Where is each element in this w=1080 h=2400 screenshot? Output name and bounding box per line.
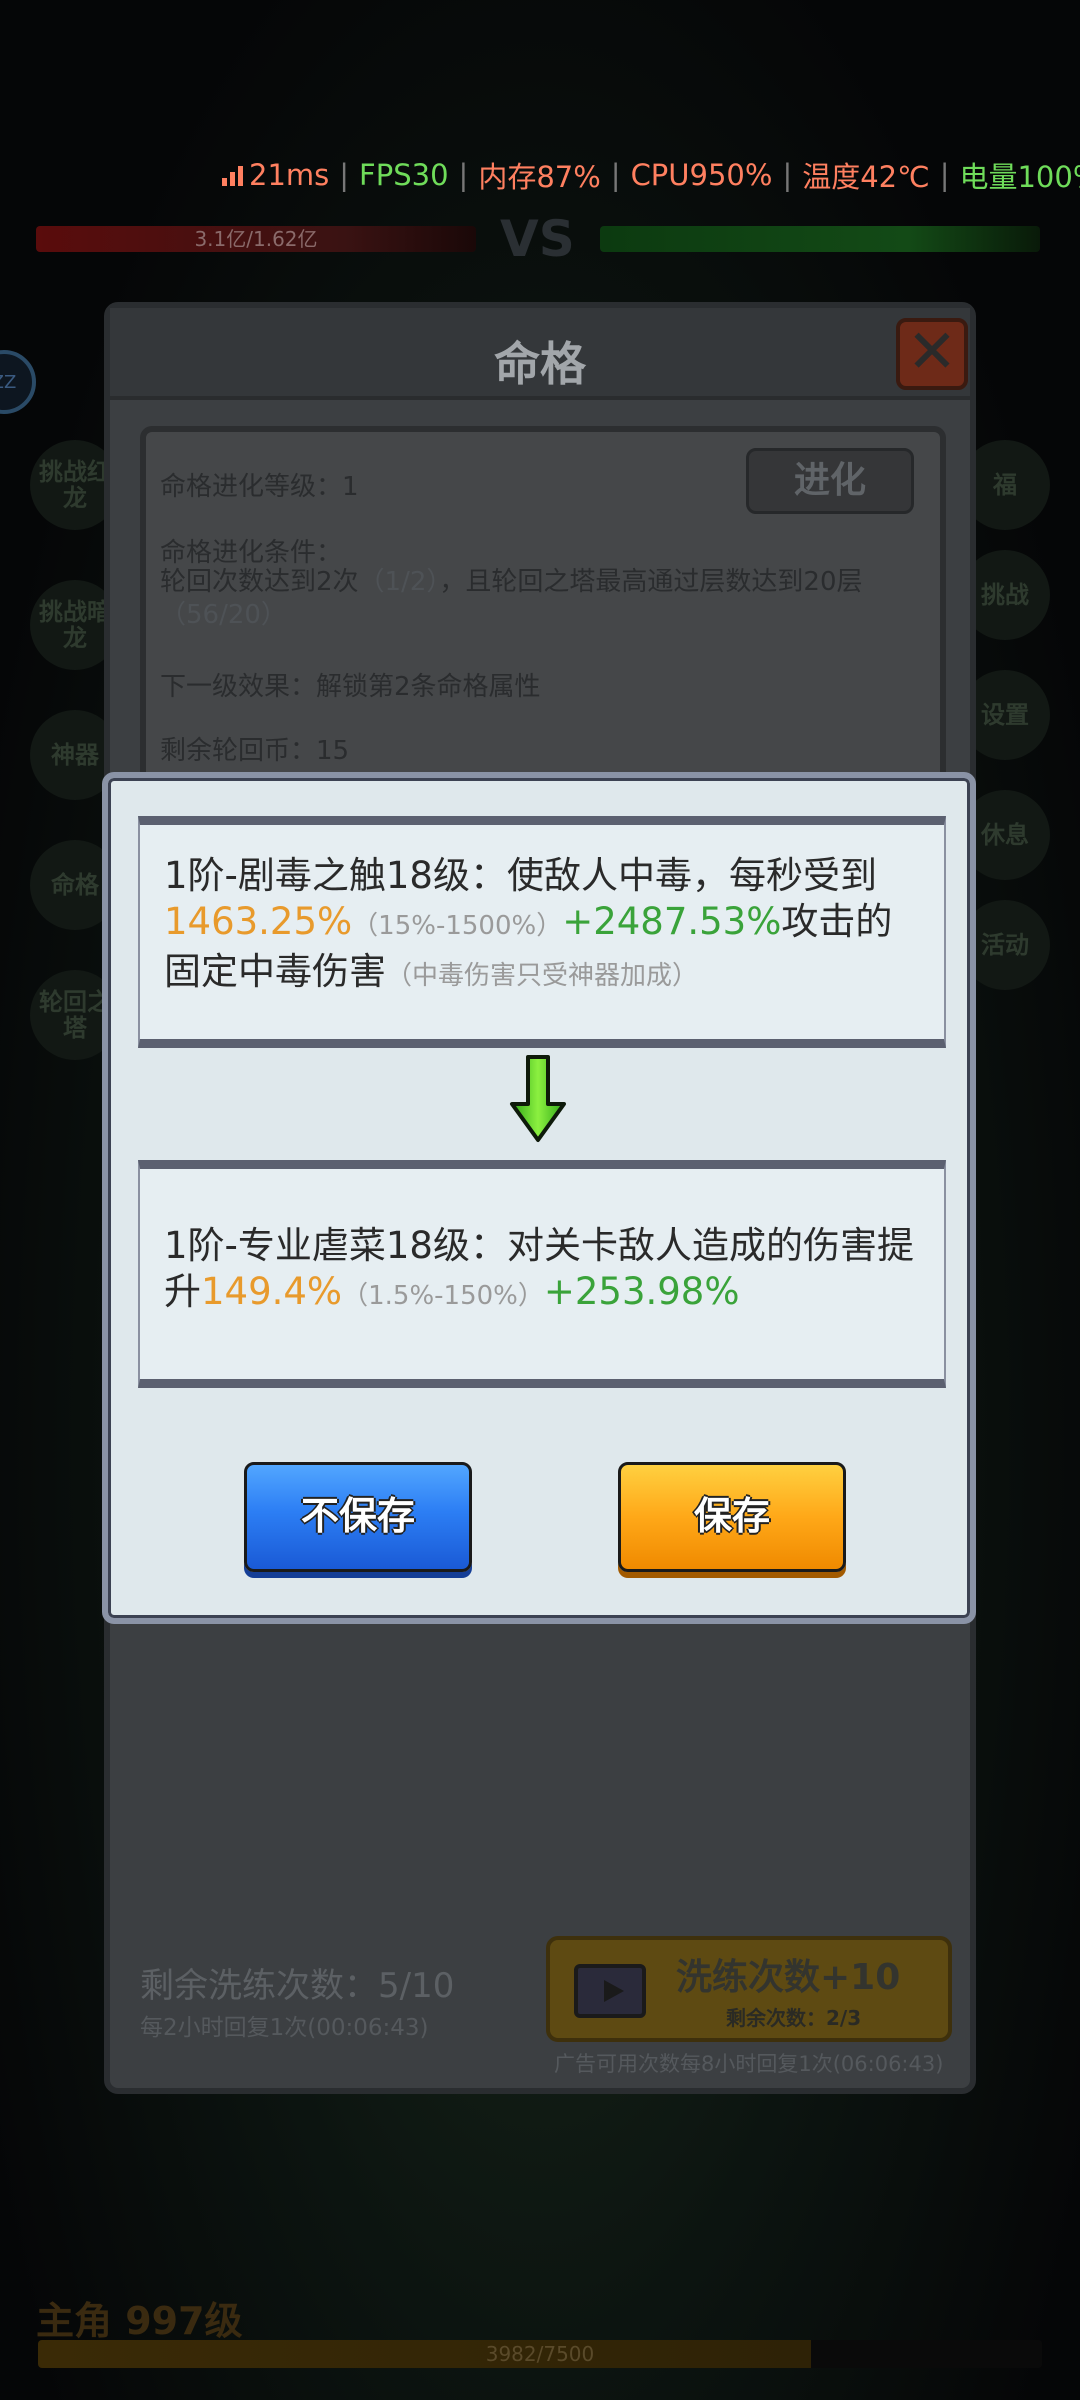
new-attribute-card: 1阶-专业虐菜18级：对关卡敌人造成的伤害提升149.4%（1.5%-150%）… <box>138 1160 946 1388</box>
separator: | <box>782 158 793 192</box>
evolve-condition-text: 轮回次数达到2次（1/2），且轮回之塔最高通过层数达到20层 （56/20） <box>160 566 940 632</box>
separator: | <box>339 158 350 192</box>
separator: | <box>939 158 950 192</box>
evolve-condition-label: 命格进化条件： <box>160 538 343 568</box>
condition-reincarnation-progress: （1/2） <box>358 567 440 597</box>
dialog-title: 命格 <box>494 337 586 391</box>
separator: | <box>610 158 621 192</box>
old-attribute-prefix: 1阶-剧毒之触18级：使敌人中毒，每秒受到 <box>164 854 877 897</box>
next-effect-text: 下一级效果：解锁第2条命格属性 <box>160 672 541 702</box>
evolve-button[interactable]: 进化 <box>746 448 914 514</box>
condition-tower-progress: （56/20） <box>160 600 287 630</box>
video-play-icon <box>574 1964 646 2018</box>
battery-text: 电量100% <box>959 160 1080 194</box>
signal-icon <box>222 164 243 186</box>
watch-ad-wash-button[interactable]: 洗练次数+10 剩余次数：2/3 <box>546 1936 952 2042</box>
replace-attribute-popup: 1阶-剧毒之触18级：使敌人中毒，每秒受到1463.25%（15%-1500%）… <box>102 772 976 1624</box>
old-attribute-bonus: +2487.53% <box>562 900 782 943</box>
wash-regen-timer: 每2小时回复1次(00:06:43) <box>140 2015 429 2041</box>
dont-save-button[interactable]: 不保存 <box>244 1462 472 1572</box>
old-attribute-card: 1阶-剧毒之触18级：使敌人中毒，每秒受到1463.25%（15%-1500%）… <box>138 816 946 1048</box>
remaining-wash-count: 剩余洗练次数：5/10 <box>140 1966 455 2006</box>
condition-reincarnation: 轮回次数达到2次 <box>160 567 359 597</box>
old-attribute-range: （15%-1500%） <box>352 911 563 941</box>
new-attribute-value: 149.4% <box>201 1270 343 1313</box>
close-button[interactable]: ✕ <box>896 318 968 390</box>
vs-label: VS <box>500 210 575 268</box>
wash-button-sublabel: 剩余次数：2/3 <box>726 2006 862 2030</box>
right-hp-bar <box>600 226 1040 252</box>
ad-regen-note: 广告可用次数每8小时回复1次(06:06:43) <box>554 2052 944 2076</box>
fps-text: FPS30 <box>359 158 449 192</box>
down-arrow-icon <box>510 1055 566 1142</box>
temperature-text: 温度42℃ <box>802 160 930 194</box>
evolve-level-text: 命格进化等级：1 <box>160 472 359 502</box>
save-button[interactable]: 保存 <box>618 1462 846 1572</box>
performance-overlay: 21ms | FPS30 | 内存87% | CPU950% | 温度42℃ |… <box>222 150 1080 200</box>
old-attribute-value: 1463.25% <box>164 900 353 943</box>
condition-tower: ，且轮回之塔最高通过层数达到20层 <box>439 567 863 597</box>
ping-text: 21ms <box>249 158 330 192</box>
exp-bar: 3982/7500 <box>38 2340 1042 2368</box>
new-attribute-range: （1.5%-150%） <box>342 1281 544 1311</box>
memory-text: 内存87% <box>478 160 601 194</box>
old-attribute-note: （中毒伤害只受神器加成） <box>386 961 699 991</box>
separator: | <box>458 158 469 192</box>
new-attribute-bonus: +253.98% <box>543 1270 740 1313</box>
wash-button-label: 洗练次数+10 <box>676 1957 901 1998</box>
left-hp-bar: 3.1亿/1.62亿 <box>36 226 476 252</box>
remaining-coins-text: 剩余轮回币：15 <box>160 736 350 766</box>
cpu-text: CPU950% <box>630 158 773 192</box>
hero-level: 主角 997级 <box>36 2299 243 2343</box>
